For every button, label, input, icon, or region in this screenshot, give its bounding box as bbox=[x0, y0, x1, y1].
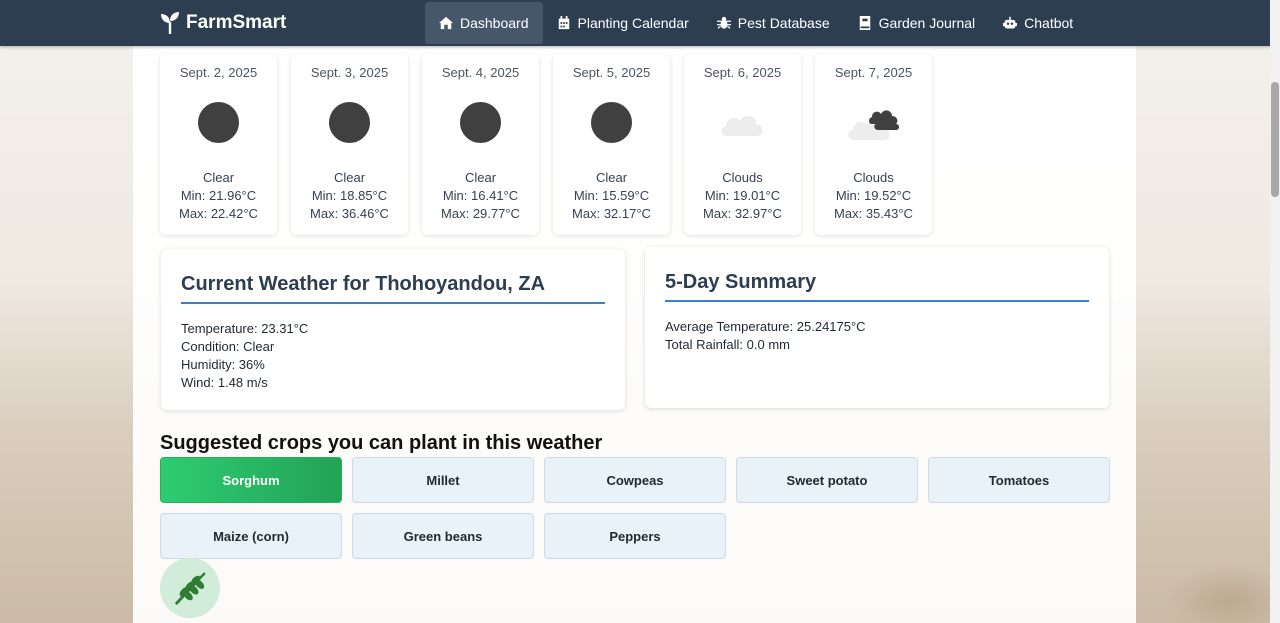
forecast-day-card: Sept. 6, 2025 Clouds Min: 19.01°C Max: 3… bbox=[684, 54, 801, 235]
scrollbar-thumb[interactable] bbox=[1271, 82, 1279, 197]
page-scrollbar[interactable] bbox=[1270, 0, 1280, 623]
summary-total-rainfall: Total Rainfall: 0.0 mm bbox=[665, 337, 790, 352]
forecast-max: Max: 32.17°C bbox=[572, 206, 651, 221]
clear-icon bbox=[329, 102, 371, 144]
forecast-row: Sept. 2, 2025 Clear Min: 21.96°C Max: 22… bbox=[160, 54, 932, 235]
brand-logo[interactable]: FarmSmart bbox=[160, 0, 286, 46]
nav-label: Pest Database bbox=[737, 15, 830, 31]
calendar-icon bbox=[558, 16, 569, 30]
suggested-crops-grid: Sorghum Millet Cowpeas Sweet potato Toma… bbox=[160, 457, 1110, 559]
crop-button-green-beans[interactable]: Green beans bbox=[352, 513, 534, 559]
crop-button-maize[interactable]: Maize (corn) bbox=[160, 513, 342, 559]
bug-icon bbox=[716, 16, 731, 29]
forecast-min: Min: 19.52°C bbox=[835, 188, 912, 203]
nav-label: Chatbot bbox=[1024, 15, 1074, 31]
crop-button-sweet-potato[interactable]: Sweet potato bbox=[736, 457, 918, 503]
nav-item-planting-calendar[interactable]: Planting Calendar bbox=[543, 2, 703, 44]
dashboard-container: Sept. 2, 2025 Clear Min: 21.96°C Max: 22… bbox=[133, 46, 1136, 623]
clear-icon bbox=[198, 102, 240, 144]
forecast-max: Max: 32.97°C bbox=[703, 206, 782, 221]
home-icon bbox=[439, 16, 453, 30]
crop-button-sorghum[interactable]: Sorghum bbox=[160, 457, 342, 503]
suggested-crops-title: Suggested crops you can plant in this we… bbox=[160, 432, 603, 454]
forecast-max: Max: 35.43°C bbox=[834, 206, 913, 221]
journal-icon bbox=[859, 16, 870, 30]
current-weather-title: Current Weather for Thohoyandou, ZA bbox=[181, 273, 605, 304]
forecast-min: Min: 15.59°C bbox=[573, 188, 650, 203]
forecast-day-card: Sept. 7, 2025 Clouds Min: 19.52°C Max: 3… bbox=[815, 54, 932, 235]
broken-clouds-icon bbox=[848, 102, 899, 144]
current-condition: Condition: Clear bbox=[181, 339, 275, 354]
wheat-icon bbox=[175, 572, 206, 605]
summary-average-temperature: Average Temperature: 25.24175°C bbox=[665, 319, 866, 334]
clear-icon bbox=[591, 102, 633, 144]
nav-item-dashboard[interactable]: Dashboard bbox=[425, 2, 543, 44]
forecast-max: Max: 22.42°C bbox=[179, 206, 258, 221]
forecast-condition: Clear bbox=[333, 170, 366, 185]
crop-button-millet[interactable]: Millet bbox=[352, 457, 534, 503]
five-day-summary-card: 5-Day Summary Average Temperature: 25.24… bbox=[645, 247, 1109, 408]
forecast-date: Sept. 3, 2025 bbox=[310, 65, 389, 80]
forecast-date: Sept. 5, 2025 bbox=[572, 65, 651, 80]
forecast-min: Min: 18.85°C bbox=[311, 188, 388, 203]
forecast-condition: Clouds bbox=[853, 170, 894, 185]
forecast-date: Sept. 4, 2025 bbox=[441, 65, 520, 80]
chatbot-fab-button[interactable] bbox=[160, 558, 220, 618]
clear-icon bbox=[460, 102, 502, 144]
current-temperature: Temperature: 23.31°C bbox=[181, 321, 309, 336]
forecast-date: Sept. 7, 2025 bbox=[834, 65, 913, 80]
nav-label: Planting Calendar bbox=[577, 15, 689, 31]
forecast-min: Min: 16.41°C bbox=[442, 188, 519, 203]
forecast-condition: Clear bbox=[202, 170, 235, 185]
forecast-min: Min: 19.01°C bbox=[704, 188, 781, 203]
forecast-day-card: Sept. 3, 2025 Clear Min: 18.85°C Max: 36… bbox=[291, 54, 408, 235]
current-wind: Wind: 1.48 m/s bbox=[181, 375, 268, 390]
current-weather-card: Current Weather for Thohoyandou, ZA Temp… bbox=[161, 249, 625, 410]
sprout-icon bbox=[161, 12, 179, 34]
nav-label: Dashboard bbox=[460, 15, 529, 31]
forecast-condition: Clear bbox=[595, 170, 628, 185]
nav-item-pest-database[interactable]: Pest Database bbox=[703, 2, 844, 44]
forecast-condition: Clouds bbox=[722, 170, 763, 185]
nav-item-garden-journal[interactable]: Garden Journal bbox=[844, 2, 990, 44]
brand-name: FarmSmart bbox=[186, 12, 287, 33]
nav-label: Garden Journal bbox=[878, 15, 976, 31]
cloud-icon bbox=[721, 102, 764, 144]
forecast-day-card: Sept. 5, 2025 Clear Min: 15.59°C Max: 32… bbox=[553, 54, 670, 235]
forecast-date: Sept. 6, 2025 bbox=[703, 65, 782, 80]
forecast-day-card: Sept. 2, 2025 Clear Min: 21.96°C Max: 22… bbox=[160, 54, 277, 235]
crop-button-tomatoes[interactable]: Tomatoes bbox=[928, 457, 1110, 503]
forecast-day-card: Sept. 4, 2025 Clear Min: 16.41°C Max: 29… bbox=[422, 54, 539, 235]
nav-menu: Dashboard Planting Calendar Pest Databas… bbox=[425, 2, 1087, 44]
summary-title: 5-Day Summary bbox=[665, 271, 1089, 302]
forecast-min: Min: 21.96°C bbox=[180, 188, 257, 203]
crop-button-peppers[interactable]: Peppers bbox=[544, 513, 726, 559]
current-humidity: Humidity: 36% bbox=[181, 357, 265, 372]
robot-icon bbox=[1003, 16, 1018, 29]
crop-button-cowpeas[interactable]: Cowpeas bbox=[544, 457, 726, 503]
nav-item-chatbot[interactable]: Chatbot bbox=[989, 2, 1087, 44]
forecast-date: Sept. 2, 2025 bbox=[179, 65, 258, 80]
top-navbar: FarmSmart Dashboard Planting Calendar Pe… bbox=[0, 0, 1270, 46]
forecast-condition: Clear bbox=[464, 170, 497, 185]
forecast-max: Max: 29.77°C bbox=[441, 206, 520, 221]
forecast-max: Max: 36.46°C bbox=[310, 206, 389, 221]
